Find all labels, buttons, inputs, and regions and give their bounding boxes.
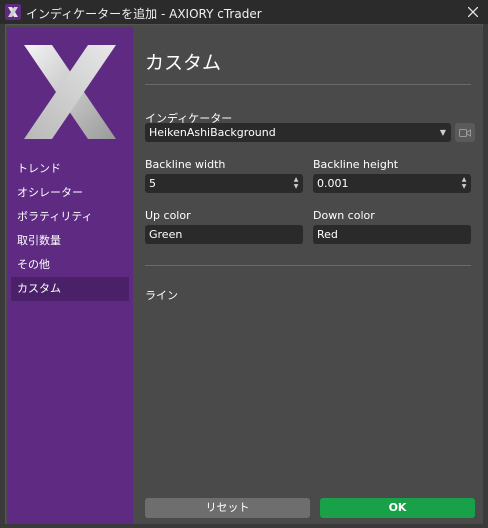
reset-button[interactable]: リセット [145, 498, 310, 518]
title-bar: インディケーターを追加 - AXIORY cTrader [0, 0, 488, 24]
chevron-down-icon: ▼ [439, 128, 446, 137]
backline-height-label: Backline height [313, 158, 399, 171]
divider [145, 265, 471, 266]
axiory-logo-icon [16, 39, 124, 147]
indicator-select[interactable]: HeikenAshiBackground ▼ [145, 123, 451, 142]
close-button[interactable] [458, 0, 488, 24]
app-icon [5, 4, 21, 20]
backline-width-label: Backline width [145, 158, 226, 171]
sidebar-item-volume[interactable]: 取引数量 [11, 229, 129, 253]
down-color-value: Red [317, 228, 338, 241]
sidebar-item-other[interactable]: その他 [11, 253, 129, 277]
up-color-value: Green [149, 228, 183, 241]
sidebar-item-trend[interactable]: トレンド [11, 157, 129, 181]
section-line-label: ライン [145, 289, 178, 302]
video-icon [459, 128, 471, 137]
sidebar-item-custom[interactable]: カスタム [11, 277, 129, 301]
sidebar-item-oscillator[interactable]: オシレーター [11, 181, 129, 205]
window-title: インディケーターを追加 - AXIORY cTrader [26, 7, 262, 21]
up-color-picker[interactable]: Green [145, 225, 303, 244]
down-color-picker[interactable]: Red [313, 225, 471, 244]
ok-button[interactable]: OK [320, 498, 475, 518]
backline-height-stepper[interactable]: 0.001 ▲ ▼ [313, 174, 471, 193]
backline-width-value: 5 [149, 177, 156, 190]
indicator-select-value: HeikenAshiBackground [149, 126, 276, 139]
backline-height-value: 0.001 [317, 177, 349, 190]
sidebar: トレンド オシレーター ボラティリティ 取引数量 その他 カスタム [7, 27, 133, 524]
spinner-arrows-icon[interactable]: ▲ ▼ [460, 176, 468, 191]
sidebar-item-volatility[interactable]: ボラティリティ [11, 205, 129, 229]
divider [145, 84, 471, 85]
page-title: カスタム [145, 52, 222, 74]
category-nav: トレンド オシレーター ボラティリティ 取引数量 その他 カスタム [11, 157, 129, 301]
video-button[interactable] [455, 123, 475, 142]
up-color-label: Up color [145, 209, 191, 222]
main-panel: カスタム インディケーター HeikenAshiBackground ▼ Bac… [133, 27, 483, 524]
down-color-label: Down color [313, 209, 375, 222]
close-icon [468, 7, 478, 17]
spinner-arrows-icon[interactable]: ▲ ▼ [292, 176, 300, 191]
backline-width-stepper[interactable]: 5 ▲ ▼ [145, 174, 303, 193]
